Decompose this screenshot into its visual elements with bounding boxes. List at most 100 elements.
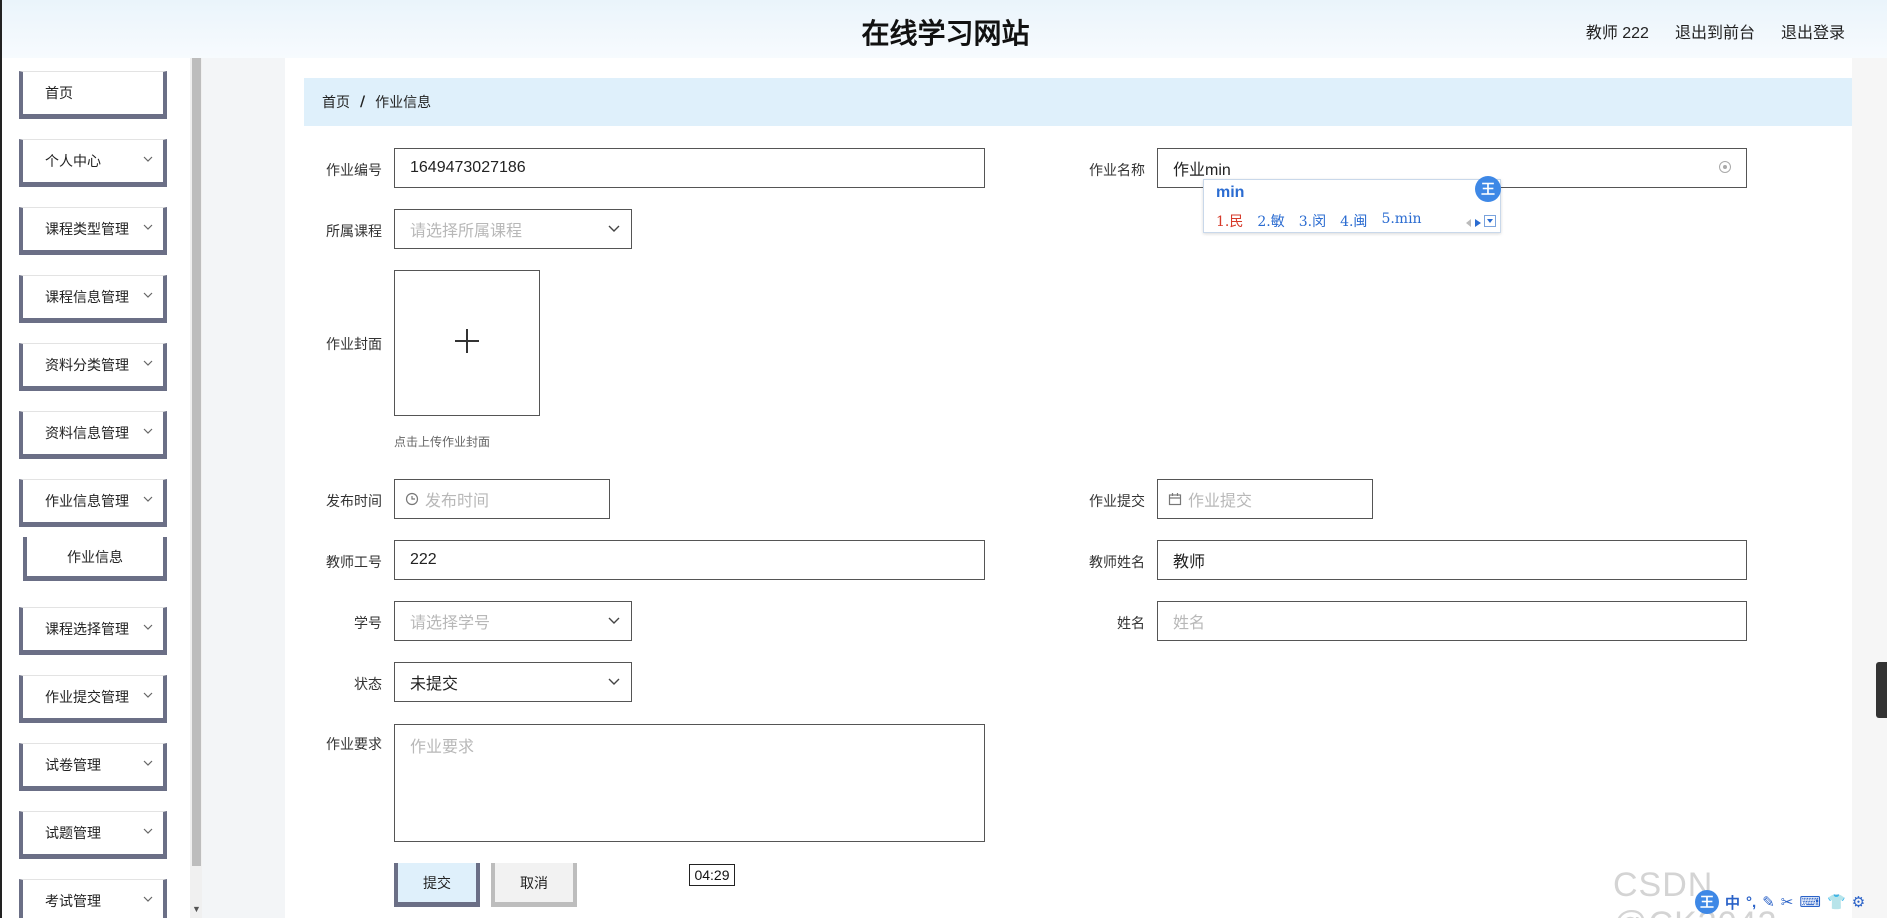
- side-tab-handle[interactable]: [1876, 662, 1887, 718]
- ime-candidate[interactable]: 2.敏: [1257, 211, 1284, 231]
- sidebar-item-homework-info-mgmt[interactable]: 作业信息管理: [19, 479, 167, 527]
- top-header: 在线学习网站 教师 222 退出到前台 退出登录: [0, 0, 1887, 58]
- teacher-name-input[interactable]: 教师: [1157, 540, 1747, 580]
- homework-no-label: 作业编号: [326, 163, 382, 179]
- sidebar-item-label: 资料信息管理: [45, 426, 129, 442]
- chevron-down-icon: [143, 291, 153, 299]
- course-label: 所属课程: [326, 224, 382, 240]
- ime-candidate-list: 1.民 2.敏 3.闵 4.闽 5.min: [1216, 211, 1422, 231]
- ime-candidate-popup: min 1.民 2.敏 3.闵 4.闽 5.min: [1203, 179, 1501, 233]
- homework-no-input[interactable]: 1649473027186: [394, 148, 985, 188]
- ime-logo-icon[interactable]: 王: [1695, 890, 1719, 914]
- submit-time-input[interactable]: 作业提交: [1157, 479, 1373, 519]
- chevron-down-icon: [607, 675, 621, 694]
- sidebar-item-label: 课程类型管理: [45, 222, 129, 238]
- ime-page-nav: [1466, 214, 1496, 232]
- sidebar-item-label: 考试管理: [45, 894, 101, 910]
- cover-label: 作业封面: [326, 337, 382, 353]
- sidebar-item-question[interactable]: 试题管理: [19, 811, 167, 859]
- cancel-button[interactable]: 取消: [491, 863, 577, 907]
- chevron-down-icon: [607, 614, 621, 633]
- sidebar-item-course-info[interactable]: 课程信息管理: [19, 275, 167, 323]
- scissors-icon[interactable]: ✂: [1781, 893, 1794, 911]
- requirement-textarea[interactable]: [394, 724, 985, 842]
- ime-candidate[interactable]: 3.闵: [1299, 211, 1326, 231]
- status-select[interactable]: 未提交: [394, 662, 632, 702]
- chevron-down-icon: [143, 155, 153, 163]
- homework-no-value: 1649473027186: [410, 159, 526, 176]
- cover-upload-hint: 点击上传作业封面: [394, 435, 491, 449]
- status-value: 未提交: [410, 676, 459, 693]
- time-tooltip: 04:29: [689, 864, 735, 886]
- breadcrumb-home[interactable]: 首页: [322, 92, 350, 112]
- sidebar-item-label: 课程信息管理: [45, 290, 129, 306]
- pen-icon[interactable]: ✎: [1762, 893, 1775, 911]
- chevron-down-icon: [607, 222, 621, 241]
- ime-candidate[interactable]: 5.min: [1381, 211, 1421, 231]
- ime-logo-badge: 王: [1475, 176, 1501, 202]
- sidebar-item-label: 首页: [45, 86, 73, 102]
- course-select[interactable]: 请选择所属课程: [394, 209, 632, 249]
- sidebar-item-paper[interactable]: 试卷管理: [19, 743, 167, 791]
- sidebar-item-personal-center[interactable]: 个人中心: [19, 139, 167, 187]
- cover-upload-box[interactable]: [394, 270, 540, 416]
- student-no-label: 学号: [354, 616, 382, 632]
- ime-next-icon[interactable]: [1475, 214, 1481, 232]
- submit-button[interactable]: 提交: [394, 863, 480, 907]
- teacher-name-label: 教师姓名: [1089, 555, 1145, 571]
- submit-time-label: 作业提交: [1089, 494, 1145, 510]
- sidebar-subitem-homework-info[interactable]: 作业信息: [23, 537, 167, 581]
- ime-composition-text: min: [1216, 184, 1245, 201]
- requirement-label: 作业要求: [326, 737, 382, 753]
- sidebar-item-course-type[interactable]: 课程类型管理: [19, 207, 167, 255]
- sidebar-item-exam[interactable]: 考试管理: [19, 879, 167, 918]
- chevron-down-icon: [143, 223, 153, 231]
- header-links: 教师 222 退出到前台 退出登录: [1586, 19, 1845, 43]
- sidebar-item-course-selection[interactable]: 课程选择管理: [19, 607, 167, 655]
- ime-expand-icon[interactable]: [1484, 214, 1496, 232]
- page-right-edge: [1852, 58, 1887, 918]
- chevron-down-icon: [143, 895, 153, 903]
- course-placeholder: 请选择所属课程: [410, 223, 523, 240]
- student-no-placeholder: 请选择学号: [410, 615, 491, 632]
- sidebar-item-label: 课程选择管理: [45, 622, 129, 638]
- student-name-input[interactable]: 姓名: [1157, 601, 1747, 641]
- ime-candidate[interactable]: 4.闽: [1340, 211, 1367, 231]
- shirt-icon[interactable]: 👕: [1827, 893, 1846, 911]
- student-name-label: 姓名: [1117, 616, 1145, 632]
- ime-prev-icon[interactable]: [1466, 214, 1472, 232]
- gear-icon[interactable]: ⚙: [1852, 893, 1865, 911]
- sidebar-item-label: 作业提交管理: [45, 690, 129, 706]
- sidebar-item-label: 作业信息: [67, 549, 123, 566]
- teacher-name-value: 教师: [1173, 554, 1206, 571]
- ime-candidate[interactable]: 1.民: [1216, 211, 1243, 231]
- breadcrumb-separator: /: [360, 94, 366, 110]
- chevron-down-icon: [143, 691, 153, 699]
- publish-time-placeholder: 发布时间: [425, 493, 490, 510]
- clock-icon: [405, 492, 419, 506]
- plus-icon: [454, 328, 480, 359]
- sidebar-item-label: 个人中心: [45, 154, 101, 170]
- publish-time-input[interactable]: 发布时间: [394, 479, 610, 519]
- sidebar-item-homework-submit[interactable]: 作业提交管理: [19, 675, 167, 723]
- teacher-no-value: 222: [410, 551, 437, 568]
- clear-icon[interactable]: [1718, 160, 1732, 179]
- ime-toolbar: 王 中 °, ✎ ✂ ⌨ 👕 ⚙: [1695, 888, 1865, 916]
- student-no-select[interactable]: 请选择学号: [394, 601, 632, 641]
- logout-link[interactable]: 退出登录: [1781, 19, 1845, 43]
- sidebar-scrollbar-thumb[interactable]: [192, 58, 201, 866]
- teacher-no-input[interactable]: 222: [394, 540, 985, 580]
- sidebar-item-label: 试题管理: [45, 826, 101, 842]
- sidebar-item-label: 作业信息管理: [45, 494, 129, 510]
- back-to-front-link[interactable]: 退出到前台: [1675, 19, 1755, 43]
- chevron-down-icon: [143, 359, 153, 367]
- scroll-down-arrow-icon[interactable]: ▼: [192, 904, 201, 914]
- student-name-placeholder: 姓名: [1173, 615, 1206, 632]
- ime-mode-label[interactable]: 中: [1725, 892, 1740, 913]
- punctuation-icon[interactable]: °,: [1746, 894, 1756, 911]
- sidebar-item-material-info[interactable]: 资料信息管理: [19, 411, 167, 459]
- chevron-down-icon: [143, 495, 153, 503]
- sidebar-item-material-category[interactable]: 资料分类管理: [19, 343, 167, 391]
- keyboard-icon[interactable]: ⌨: [1799, 893, 1821, 911]
- sidebar-item-home[interactable]: 首页: [19, 71, 167, 119]
